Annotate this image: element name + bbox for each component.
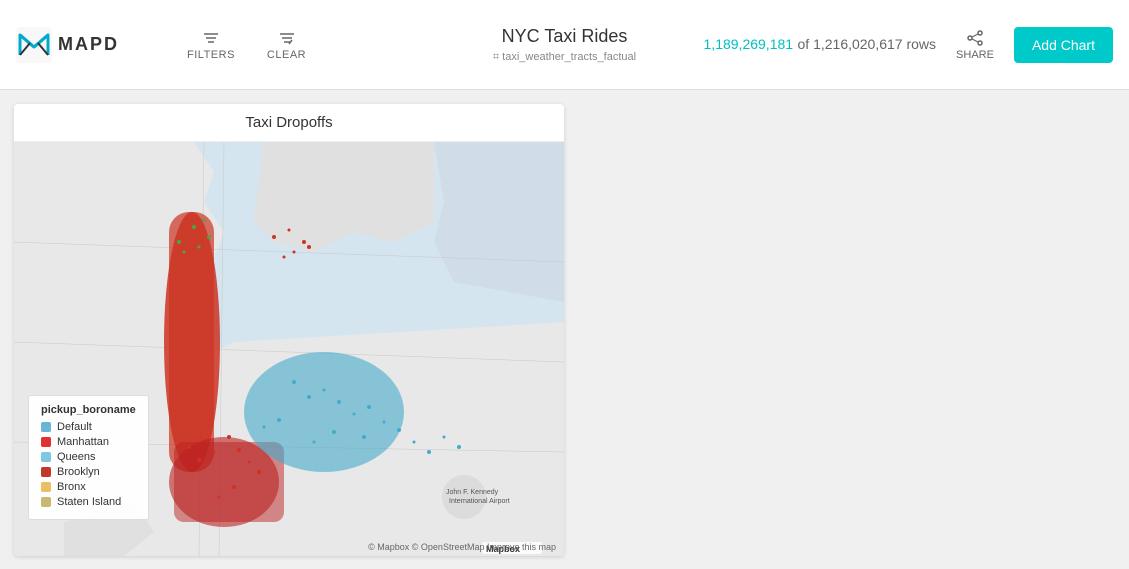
map-container[interactable]: John F. Kennedy International Airport Ma… [14, 142, 564, 556]
map-card: Taxi Dropoffs [14, 104, 564, 556]
svg-text:International Airport: International Airport [449, 498, 510, 505]
legend-title: pickup_boroname [41, 404, 136, 416]
share-icon [966, 29, 984, 47]
legend-item-label: Manhattan [57, 436, 109, 448]
legend-item-label: Default [57, 421, 92, 433]
header-center: NYC Taxi Rides ⌗ taxi_weather_tracts_fac… [493, 26, 636, 64]
clear-label: CLEAR [267, 49, 306, 61]
legend-item-label: Bronx [57, 481, 86, 493]
legend-item-label: Staten Island [57, 496, 121, 508]
legend-color-dot [41, 497, 51, 507]
filters-label: FILTERS [187, 49, 235, 61]
legend-color-dot [41, 467, 51, 477]
logo-text: MAPD [58, 34, 119, 55]
legend-item: Bronx [41, 481, 136, 493]
legend-item: Default [41, 421, 136, 433]
share-label: SHARE [956, 49, 994, 61]
header-left-tools: FILTERS CLEAR [179, 25, 314, 65]
subtitle-icon: ⌗ [493, 51, 502, 63]
logo-area: MAPD [16, 27, 119, 63]
clear-icon [278, 29, 296, 47]
legend-item: Staten Island [41, 496, 136, 508]
legend-color-dot [41, 482, 51, 492]
rows-highlighted-count: 1,189,269,181 [704, 36, 794, 52]
legend-color-dot [41, 452, 51, 462]
map-attribution: © Mapbox © OpenStreetMap Improve this ma… [368, 542, 556, 552]
legend-items: Default Manhattan Queens Brooklyn Bronx … [41, 421, 136, 508]
header: MAPD FILTERS CLEAR [0, 0, 1129, 90]
filter-icon [202, 29, 220, 47]
main-content: Taxi Dropoffs [0, 90, 1129, 569]
filters-button[interactable]: FILTERS [179, 25, 243, 65]
dashboard-subtitle: ⌗ taxi_weather_tracts_factual [493, 49, 636, 64]
legend-color-dot [41, 422, 51, 432]
rows-total-text: of 1,216,020,617 rows [798, 36, 937, 52]
legend-item: Brooklyn [41, 466, 136, 478]
add-chart-button[interactable]: Add Chart [1014, 27, 1113, 63]
legend-color-dot [41, 437, 51, 447]
legend-item-label: Brooklyn [57, 466, 100, 478]
mapd-logo-icon [16, 27, 52, 63]
dashboard-title: NYC Taxi Rides [493, 26, 636, 47]
row-count-display: 1,189,269,181 of 1,216,020,617 rows [704, 36, 937, 54]
clear-button[interactable]: CLEAR [259, 25, 314, 65]
svg-text:John F. Kennedy: John F. Kennedy [446, 489, 499, 496]
map-legend: pickup_boroname Default Manhattan Queens… [28, 395, 149, 520]
map-card-title: Taxi Dropoffs [14, 104, 564, 142]
share-button[interactable]: SHARE [956, 29, 994, 61]
subtitle-text: taxi_weather_tracts_factual [502, 51, 636, 63]
legend-item: Queens [41, 451, 136, 463]
legend-item: Manhattan [41, 436, 136, 448]
legend-item-label: Queens [57, 451, 96, 463]
header-right: 1,189,269,181 of 1,216,020,617 rows SHAR… [704, 27, 1113, 63]
